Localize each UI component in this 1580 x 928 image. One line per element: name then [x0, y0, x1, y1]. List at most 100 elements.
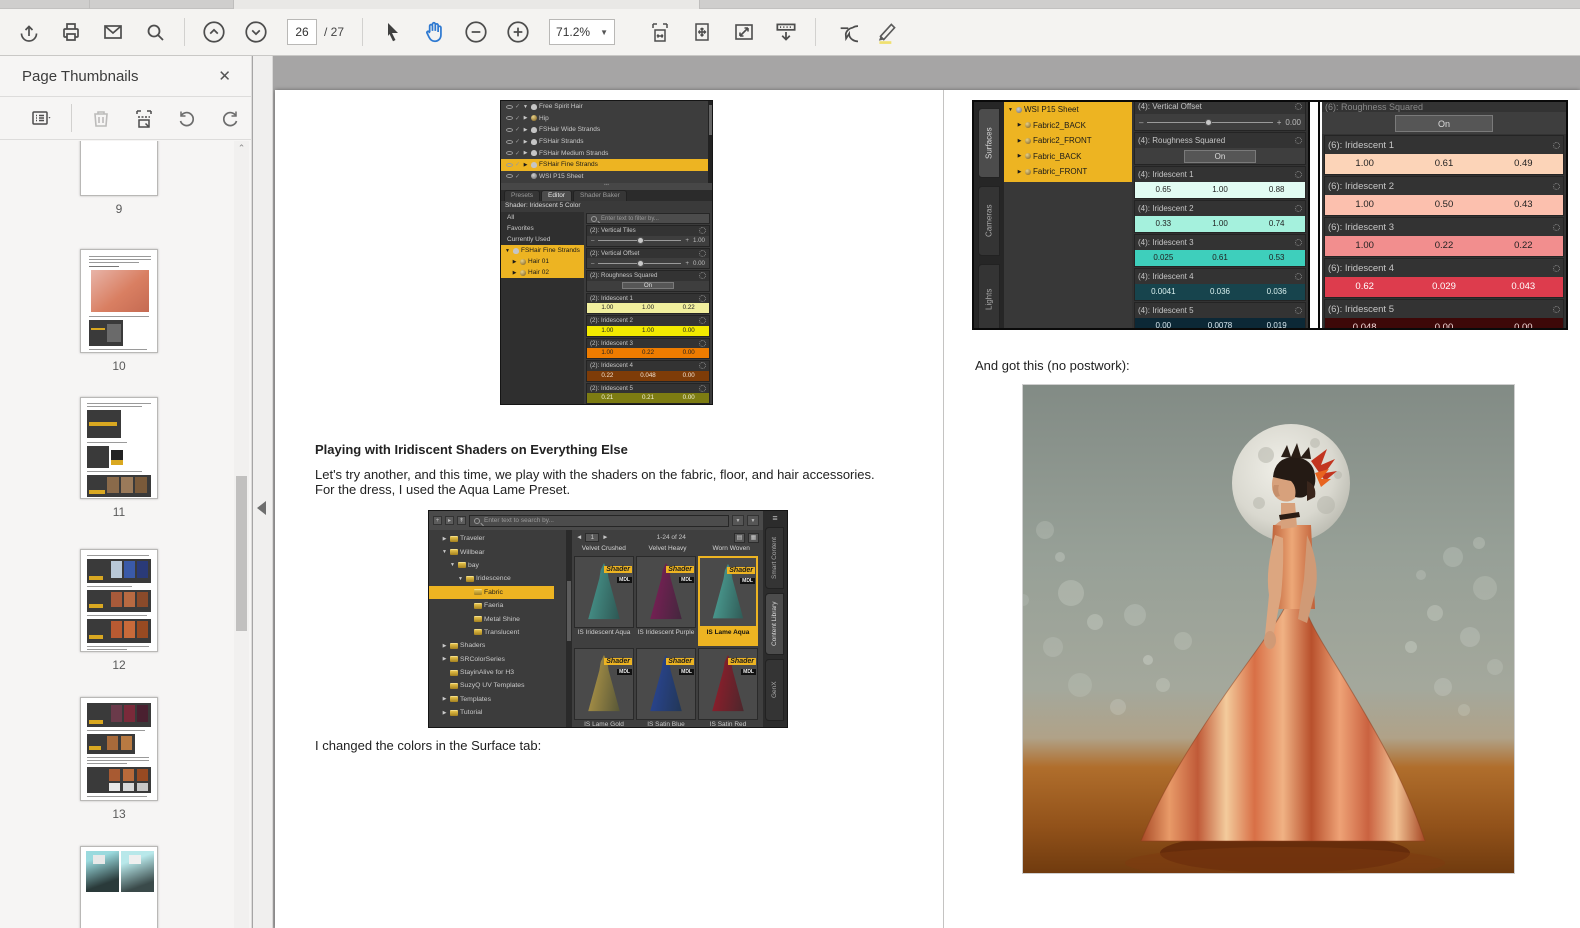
folder-tree-item[interactable]: ▼ bay [429, 559, 566, 572]
page-thumbnail-9[interactable]: 9 [80, 141, 158, 216]
panel-grip: ▪▪▪ [501, 183, 712, 190]
fullscreen-button[interactable] [727, 15, 761, 49]
document-tab[interactable] [233, 0, 700, 9]
thumbnail-page-image[interactable] [80, 549, 158, 652]
parameter-label: (2): Iridescent 3 [590, 339, 633, 347]
page-thumbnail-10[interactable]: 10 [80, 249, 158, 373]
email-button[interactable] [96, 15, 130, 49]
folder-tree-item[interactable]: Translucent [429, 626, 566, 639]
next-page-button[interactable] [239, 15, 273, 49]
folder-tree-item[interactable]: StayinAlive for H3 [429, 666, 566, 679]
thumbnail-page-image[interactable] [80, 846, 158, 928]
side-tab-smart-content[interactable]: Smart Content [765, 527, 784, 589]
search-button[interactable] [138, 15, 172, 49]
page-thumbnail-14[interactable]: 14 [80, 846, 158, 928]
minus-icon[interactable]: ▸ [445, 516, 454, 525]
folder-tree-item[interactable]: ▶ Traveler [429, 532, 566, 545]
delete-page-button[interactable] [85, 101, 118, 135]
view-grid-icon[interactable]: ▤ [734, 532, 745, 543]
folder-tree-item[interactable]: ▶ Shaders [429, 639, 566, 652]
fit-page-button[interactable] [685, 15, 719, 49]
shader-parameter: (4): Iridescent 3 0.025 0.61 0.53 [1134, 234, 1306, 267]
asset-item[interactable]: Shader MDL IS Lame Gold [574, 648, 634, 727]
previous-page-button[interactable] [197, 15, 231, 49]
zoom-in-button[interactable] [501, 15, 535, 49]
folder-tree-item[interactable]: ▶ Templates [429, 693, 566, 706]
view-list-icon[interactable]: ▦ [748, 532, 759, 543]
folder-tree-item[interactable]: ▶ Tutorial [429, 706, 566, 719]
tree-scrollbar-thumb[interactable] [567, 581, 571, 641]
comment-button[interactable] [828, 15, 862, 49]
folder-tree-item[interactable]: SuzyQ UV Templates [429, 679, 566, 692]
scene-tree-row: ✓ ▶ FSHair Fine Strands [501, 158, 712, 171]
folder-label: StayinAlive for H3 [460, 669, 515, 677]
fit-width-button[interactable] [643, 15, 677, 49]
folder-tree-item[interactable]: Fabric [429, 585, 554, 599]
zoom-level-select[interactable]: 71.2% ▼ [549, 19, 616, 45]
asset-item[interactable]: Shader MDL IS Satin Red [698, 648, 758, 727]
asset-item[interactable]: Shader MDL IS Iridescent Purple [636, 556, 696, 646]
close-panel-button[interactable]: ✕ [212, 65, 237, 87]
slider-handle [636, 259, 644, 267]
thumbnail-page-image[interactable] [80, 697, 158, 801]
asset-thumbnail[interactable]: Shader MDL [636, 556, 696, 628]
side-tab-genx[interactable]: GenX [765, 659, 784, 721]
folder-tree-item[interactable]: ▶ SRColorSeries [429, 653, 566, 666]
extract-page-button[interactable] [128, 101, 161, 135]
folder-label: Iridescence [476, 575, 511, 583]
hand-tool-button[interactable] [417, 15, 451, 49]
combo-arrow-1[interactable]: ▼ [732, 515, 744, 526]
asset-thumbnail[interactable]: Shader MDL [698, 556, 758, 628]
page-thumbnail-11[interactable]: 11 [80, 397, 158, 519]
collapse-panel-strip[interactable] [253, 56, 273, 928]
share-upload-button[interactable] [12, 15, 46, 49]
page-thumbnail-13[interactable]: 13 [80, 697, 158, 821]
pager-next-icon[interactable]: ► [602, 534, 608, 541]
pager-prev-icon[interactable]: ◄ [576, 534, 582, 541]
zoom-out-button[interactable] [459, 15, 493, 49]
tab-shader-baker: Shader Baker [573, 190, 627, 201]
print-button[interactable] [54, 15, 88, 49]
up-icon[interactable]: ↟ [457, 516, 466, 525]
sidebar-scrollbar[interactable]: ⌃ [234, 141, 249, 928]
panel-tab-lights[interactable]: Lights [978, 264, 1000, 328]
scroll-up-arrow[interactable]: ⌃ [234, 143, 249, 157]
plus-icon[interactable]: + [433, 516, 442, 525]
page-thumbnail-12[interactable]: 12 [80, 549, 158, 672]
folder-tree-item[interactable]: Metal Shine [429, 612, 566, 625]
library-search-field[interactable]: Enter text to search by... [469, 514, 729, 527]
combo-arrow-2[interactable]: ▼ [747, 515, 759, 526]
filter-search-field[interactable]: Enter text to filter by... [586, 213, 710, 224]
select-tool-button[interactable] [375, 15, 409, 49]
scrollbar-thumb[interactable] [236, 476, 247, 631]
highlight-button[interactable] [870, 15, 904, 49]
thumbnail-page-image[interactable] [80, 397, 158, 499]
thumbnail-page-image[interactable] [80, 141, 158, 196]
shader-parameter: (4): Iridescent 1 0.65 1.00 0.88 [1134, 166, 1306, 199]
asset-item[interactable]: Shader MDL IS Iridescent Aqua [574, 556, 634, 646]
folder-tree-item[interactable]: ▼ Willbear [429, 545, 566, 558]
asset-thumbnail[interactable]: Shader MDL [698, 648, 758, 720]
parameter-toggle: On [1322, 112, 1566, 134]
asset-thumbnail[interactable]: Shader MDL [574, 648, 634, 720]
folder-tree-item[interactable]: ▼ Iridescence [429, 572, 566, 585]
asset-thumbnail[interactable]: Shader MDL [574, 556, 634, 628]
scrolling-mode-button[interactable] [769, 15, 803, 49]
rotate-clockwise-button[interactable] [213, 101, 246, 135]
thumbnail-page-image[interactable] [80, 249, 158, 353]
thumbnail-options-button[interactable] [25, 101, 58, 135]
surface-node-label: Fabric2_BACK [1033, 120, 1086, 130]
panel-menu-icon[interactable]: ≡ [763, 511, 787, 523]
panel-tab-surfaces[interactable]: Surfaces [978, 108, 1000, 178]
asset-item[interactable]: Shader MDL IS Lame Aqua [698, 556, 758, 646]
panel-tab-cameras[interactable]: Cameras [978, 186, 1000, 256]
rotate-counterclockwise-button[interactable] [170, 101, 203, 135]
asset-item[interactable]: Shader MDL IS Satin Blue [636, 648, 696, 727]
folder-tree-item[interactable]: Faeria [429, 599, 566, 612]
asset-thumbnail[interactable]: Shader MDL [636, 648, 696, 720]
parameter-label: (6): Iridescent 2 [1328, 180, 1394, 192]
zoom-in-icon [507, 21, 529, 43]
side-tab-content-library[interactable]: Content Library [765, 593, 784, 655]
pager-page-number[interactable]: 1 [585, 533, 600, 542]
page-number-input[interactable] [287, 19, 317, 45]
